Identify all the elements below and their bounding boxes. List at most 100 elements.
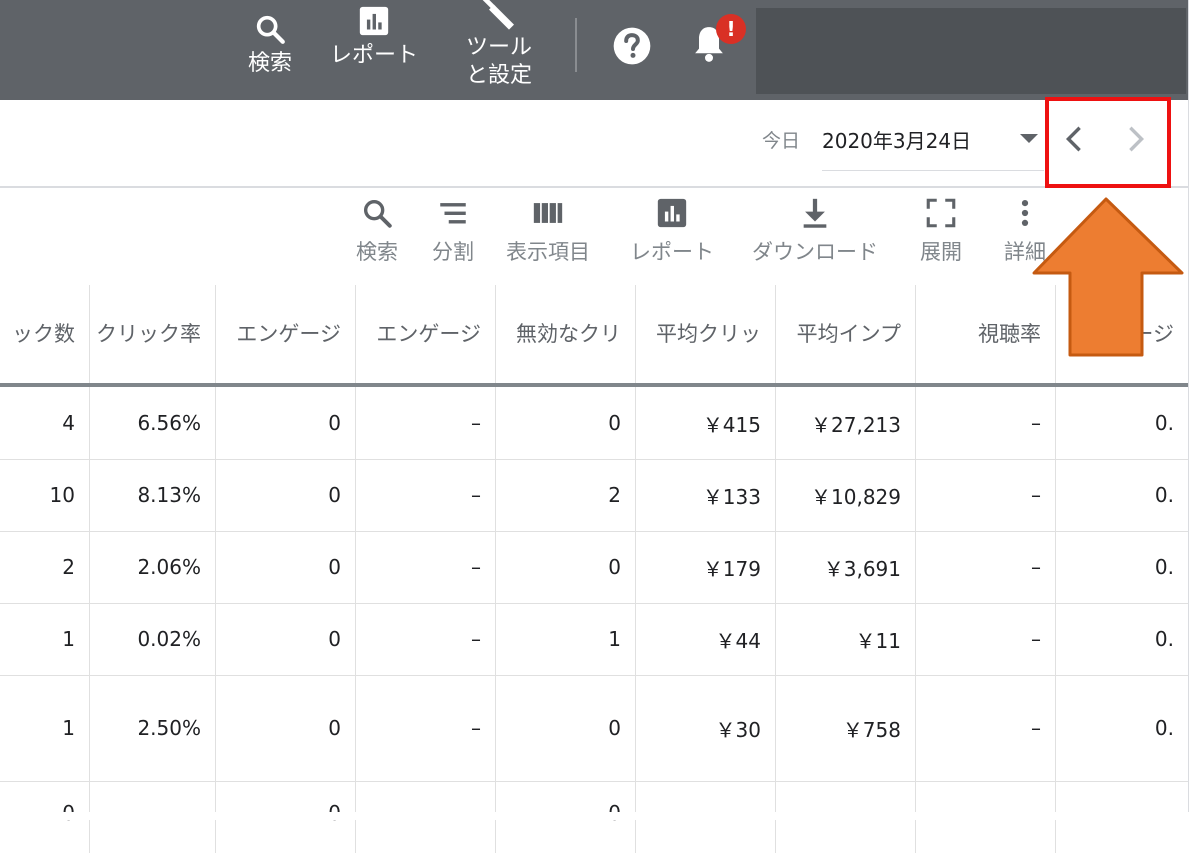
table-cell: 2.06% — [90, 531, 216, 603]
table-row: 4 6.56% 0 – 0 ￥415 ￥27,213 – 0. — [0, 387, 1188, 460]
table-cell: ￥179 — [636, 531, 776, 603]
toolbar-columns-button[interactable]: 表示項目 — [506, 196, 590, 266]
table-cell: 1 — [0, 675, 90, 781]
table-header-row: ック数 クリック率 エンゲージ エンゲージ 無効なクリ 平均クリッ 平均インプ … — [0, 285, 1188, 387]
bottom-edge — [0, 812, 1200, 820]
toolbar-report-button[interactable]: レポート — [630, 196, 714, 266]
table-cell: – — [356, 387, 496, 459]
column-header[interactable]: エンゲージ — [356, 285, 496, 383]
table-cell: 1 — [496, 603, 636, 675]
table-row: 1 0.02% 0 – 1 ￥44 ￥11 – 0. — [0, 603, 1188, 676]
date-range-underline — [822, 170, 1044, 171]
table-cell: ￥30 — [636, 675, 776, 781]
table-cell: – — [916, 531, 1056, 603]
table-cell: – — [916, 675, 1056, 781]
previous-period-button[interactable] — [1064, 124, 1084, 158]
table-cell: 0. — [1154, 627, 1174, 651]
report-icon — [359, 6, 389, 36]
column-header[interactable]: クリック率 — [90, 285, 216, 383]
toolbar-segment-button[interactable]: 分割 — [432, 196, 474, 266]
table-cell: ￥415 — [636, 387, 776, 459]
table-cell: 0. — [1154, 483, 1174, 507]
callout-arrow-icon — [1032, 197, 1184, 357]
table-cell: 0 — [496, 387, 636, 459]
toolbar-columns-label: 表示項目 — [506, 240, 590, 264]
table-cell: 0.02% — [90, 603, 216, 675]
toolbar-expand-label: 展開 — [920, 240, 962, 264]
toolbar-search-button[interactable]: 検索 — [356, 196, 398, 266]
topbar-divider — [575, 18, 577, 72]
topbar-search-button[interactable]: 検索 — [248, 12, 292, 78]
topbar-tools-label-line1: ツール — [466, 35, 533, 60]
chevron-left-icon — [1065, 126, 1081, 152]
columns-icon — [533, 203, 563, 223]
date-range-selector[interactable]: 2020年3月24日 — [822, 125, 971, 154]
table-cell: 0 — [216, 531, 356, 603]
chevron-down-icon[interactable] — [1020, 134, 1038, 143]
table-cell: 0 — [216, 459, 356, 531]
table-cell: ￥27,213 — [776, 387, 916, 459]
table-cell: 0. — [1154, 411, 1174, 435]
topbar-tools-button[interactable]: ツール と設定 — [466, 0, 532, 90]
table-cell: 10 — [0, 459, 90, 531]
table-cell: – — [356, 459, 496, 531]
table-cell: 0 — [216, 387, 356, 459]
table-cell: – — [916, 459, 1056, 531]
expand-icon — [926, 198, 956, 228]
table-cell: ￥3,691 — [776, 531, 916, 603]
table-row: 1 2.50% 0 – 0 ￥30 ￥758 – 0. — [0, 675, 1188, 782]
column-header[interactable]: 平均クリッ — [636, 285, 776, 383]
help-icon — [613, 27, 651, 65]
table-cell: 0 — [216, 675, 356, 781]
table-cell: 0. — [1154, 555, 1174, 579]
chevron-right-icon — [1129, 126, 1145, 152]
table-cell: ￥758 — [776, 675, 916, 781]
account-area — [756, 8, 1186, 94]
date-range-bar: 今日 2020年3月24日 — [0, 100, 1200, 188]
table-cell: 1 — [0, 603, 90, 675]
table-cell: ￥10,829 — [776, 459, 916, 531]
segment-icon — [440, 203, 466, 224]
table-cell: 2.50% — [90, 675, 216, 781]
date-range-caption: 今日 — [762, 130, 801, 152]
toolbar-expand-button[interactable]: 展開 — [920, 196, 962, 266]
next-period-button[interactable] — [1126, 124, 1146, 158]
table-cell: 4 — [0, 387, 90, 459]
table-cell: ￥11 — [776, 603, 916, 675]
wrench-icon — [482, 0, 514, 30]
column-header[interactable]: ック数 — [0, 285, 90, 383]
toolbar-report-label: レポート — [630, 240, 714, 264]
table-cell: 8.13% — [90, 459, 216, 531]
table-cell: 0 — [496, 531, 636, 603]
column-header[interactable]: 平均インプ — [776, 285, 916, 383]
table-cell: ￥133 — [636, 459, 776, 531]
table-row: 2 2.06% 0 – 0 ￥179 ￥3,691 – 0. — [0, 531, 1188, 604]
table-cell: – — [356, 531, 496, 603]
search-icon — [256, 15, 285, 44]
table-cell: ￥44 — [636, 603, 776, 675]
toolbar-download-button[interactable]: ダウンロード — [752, 196, 878, 266]
topbar-reports-button[interactable]: レポート — [330, 4, 418, 70]
table-cell: 2 — [0, 531, 90, 603]
report-icon — [657, 198, 687, 228]
notification-badge: ! — [716, 14, 746, 44]
table-cell: 6.56% — [90, 387, 216, 459]
table-cell: – — [916, 387, 1056, 459]
help-button[interactable] — [612, 26, 652, 70]
table-cell: – — [916, 603, 1056, 675]
top-navigation-bar: 検索 レポート ツール と設定 ! — [0, 0, 1200, 100]
toolbar-search-label: 検索 — [356, 240, 398, 264]
table-cell: – — [356, 675, 496, 781]
column-header[interactable]: エンゲージ — [216, 285, 356, 383]
table-cell: – — [356, 603, 496, 675]
table-row: 10 8.13% 0 – 2 ￥133 ￥10,829 – 0. — [0, 459, 1188, 532]
toolbar-download-label: ダウンロード — [752, 240, 878, 264]
download-icon — [803, 198, 827, 228]
search-icon — [363, 199, 392, 228]
table-cell: 2 — [496, 459, 636, 531]
topbar-search-label: 検索 — [248, 51, 293, 76]
topbar-reports-label: レポート — [330, 43, 419, 68]
window-edge — [1188, 0, 1200, 820]
toolbar-segment-label: 分割 — [432, 240, 474, 264]
column-header[interactable]: 無効なクリ — [496, 285, 636, 383]
